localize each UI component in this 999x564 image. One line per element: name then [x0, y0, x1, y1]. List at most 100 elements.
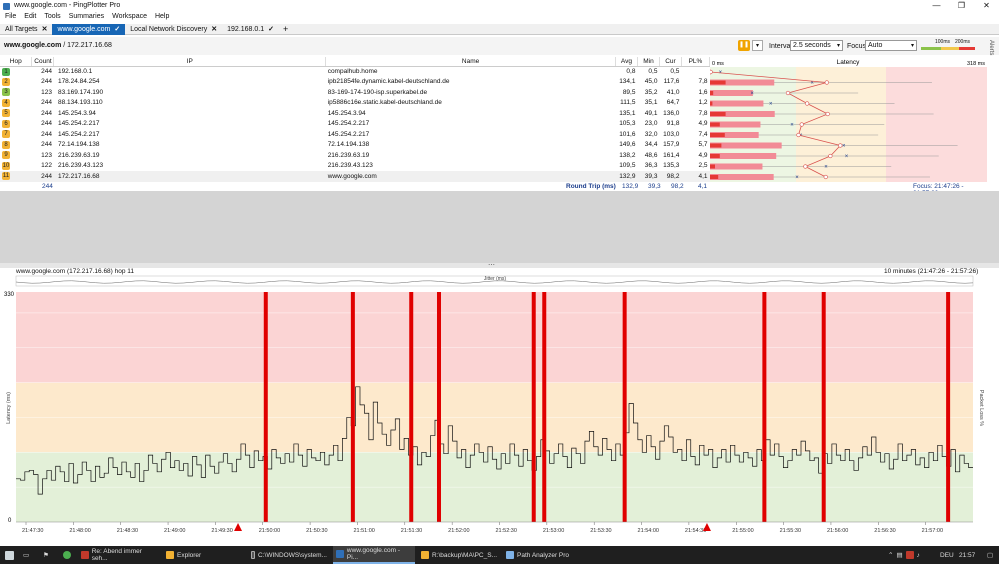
- hop-row[interactable]: 1 244 192.168.0.1 compalhub.home 0,8 0,5 0,5: [0, 66, 710, 77]
- hop-row[interactable]: 10 122 216.239.43.123 216.239.43.123 109,5 36…: [0, 161, 710, 172]
- tab-192-168-0-1[interactable]: 192.168.0.1 ✓: [222, 24, 279, 35]
- menu-workspace[interactable]: Workspace: [112, 13, 147, 23]
- hop-name: www.google.com: [327, 172, 377, 180]
- packet-loss-bar[interactable]: [821, 292, 826, 522]
- packet-loss-bar[interactable]: [263, 292, 268, 522]
- col-pl[interactable]: PL%: [681, 57, 711, 67]
- app-tray-icon: [905, 551, 914, 559]
- menu-help[interactable]: Help: [155, 13, 169, 23]
- notifications-button[interactable]: ▢: [984, 546, 996, 564]
- zone-red: [16, 292, 973, 383]
- hop-row[interactable]: 3 123 83.169.174.190 83-169-174-190-isp.sup…: [0, 87, 710, 98]
- taskbar-pinned-1[interactable]: ⚑: [40, 546, 52, 564]
- hop-min: 48,6: [644, 151, 658, 159]
- col-min[interactable]: Min: [637, 57, 660, 67]
- packet-loss-bar[interactable]: [946, 292, 951, 522]
- hop-name: compalhub.home: [327, 68, 378, 75]
- hop-count: 244: [41, 78, 52, 86]
- hop-row[interactable]: 5 244 145.254.3.94 145.254.3.94 135,1 49,1 136…: [0, 108, 710, 119]
- hop-min: 0,5: [648, 68, 658, 75]
- x-tick-label: 21:51:30: [401, 528, 422, 532]
- interval-select[interactable]: 2.5 seconds ▾: [790, 40, 843, 51]
- y-zero-label: 0: [8, 518, 12, 524]
- hop-cell: 6: [0, 119, 32, 130]
- check-icon[interactable]: ✓: [268, 25, 274, 33]
- col-ip[interactable]: IP: [53, 57, 327, 67]
- packet-loss-bar[interactable]: [350, 292, 355, 522]
- hop-min: 45,0: [644, 78, 658, 86]
- event-marker-icon[interactable]: [234, 523, 243, 531]
- hop-row[interactable]: 9 123 216.239.63.19 216.239.63.19 138,2 48,6 1…: [0, 150, 710, 161]
- tab-all-targets[interactable]: All Targets ✕: [0, 24, 52, 35]
- add-tab-button[interactable]: +: [279, 24, 292, 34]
- hop-name: 83-169-174-190-isp.superkabel.de: [327, 88, 428, 96]
- hop-min: 32,0: [644, 130, 658, 138]
- packet-loss-bar[interactable]: [409, 292, 414, 522]
- hop-row[interactable]: 11 244 172.217.16.68 www.google.com 132,9 39,…: [0, 171, 710, 182]
- close-button[interactable]: ✕: [974, 0, 999, 12]
- maximize-button[interactable]: ❐: [949, 0, 974, 12]
- col-count[interactable]: Count: [31, 57, 55, 67]
- windows-taskbar: ▭ ⚑ Re: Abend immer seh... Explorer C:\W…: [0, 546, 999, 564]
- hop-row[interactable]: 8 244 72.14.194.138 72.14.194.138 149,6 34,4 1…: [0, 140, 710, 151]
- taskbar-item-path-analyzer[interactable]: Path Analyzer Pro: [503, 546, 585, 564]
- hop-row[interactable]: 4 244 88.134.193.110 ip5886c16e.static.kabe…: [0, 98, 710, 109]
- taskbar-item-cmd[interactable]: C:\WINDOWS\system...: [248, 546, 330, 564]
- hop-row[interactable]: 6 244 145.254.2.217 145.254.2.217 105,3 23,0 9…: [0, 119, 710, 130]
- latency-header: Latency: [837, 59, 861, 66]
- scale-red: [959, 47, 975, 50]
- menu-file[interactable]: File: [5, 13, 16, 23]
- x-tick-label: 21:55:30: [780, 528, 801, 532]
- menu-summaries[interactable]: Summaries: [69, 13, 104, 23]
- target-label: www.google.com / 172.217.16.68: [4, 42, 112, 49]
- alerts-panel-tab[interactable]: Alerts: [988, 40, 994, 55]
- check-icon[interactable]: ✓: [114, 25, 120, 33]
- packet-loss-bar[interactable]: [762, 292, 767, 522]
- language-indicator[interactable]: DEU: [937, 546, 957, 564]
- minimize-button[interactable]: —: [924, 0, 949, 12]
- start-button[interactable]: [2, 546, 17, 564]
- latency-timeline-chart[interactable]: Jitter (ms)3300Latency (ms) Packet Loss %…: [0, 268, 999, 534]
- task-view-button[interactable]: ▭: [20, 546, 32, 564]
- taskbar-item-explorer[interactable]: Explorer: [163, 546, 245, 564]
- taskbar-item-pingplotter[interactable]: www.google.com - Pi...: [333, 546, 415, 564]
- hop-count: 244: [41, 99, 52, 107]
- col-hop[interactable]: Hop: [0, 57, 33, 67]
- hop-ip: 178.24.84.254: [57, 78, 100, 86]
- close-icon[interactable]: ✕: [211, 25, 217, 33]
- hop-badge: 10: [2, 161, 10, 170]
- hop-avg: 132,9: [619, 172, 636, 180]
- hop-count: 244: [41, 130, 52, 138]
- tab-label: 192.168.0.1: [227, 25, 265, 33]
- tab-bar: All Targets ✕ www.google.com ✓ Local Net…: [0, 23, 999, 35]
- tab-www-google-com[interactable]: www.google.com ✓: [52, 23, 126, 35]
- close-icon[interactable]: ✕: [42, 25, 48, 33]
- focus-select[interactable]: Auto ▾: [865, 40, 917, 51]
- hop-cell: 5: [0, 108, 32, 119]
- taskbar-item-backup[interactable]: R:\backup\MA\PC_S...: [418, 546, 500, 564]
- packet-loss-bar[interactable]: [622, 292, 627, 522]
- clock[interactable]: 21:57: [956, 546, 978, 564]
- tab-local-network-discovery[interactable]: Local Network Discovery ✕: [125, 24, 222, 35]
- hop-row[interactable]: 2 244 178.24.84.254 ipb21854fe.dynamic.kabe…: [0, 77, 710, 88]
- col-cur[interactable]: Cur: [659, 57, 682, 67]
- menu-edit[interactable]: Edit: [24, 13, 36, 23]
- taskbar-pinned-2[interactable]: [60, 546, 74, 564]
- folder-icon: [421, 551, 429, 559]
- latency-avg-bar: [710, 163, 763, 170]
- tray-icons[interactable]: ⌃ ▤ ♪: [885, 546, 923, 564]
- packet-loss-bar[interactable]: [436, 292, 441, 522]
- menu-tools[interactable]: Tools: [44, 13, 60, 23]
- packet-loss-bar: [710, 164, 715, 169]
- packet-loss-bar[interactable]: [542, 292, 547, 522]
- hop-row[interactable]: 7 244 145.254.2.217 145.254.2.217 101,6 32,0 1…: [0, 129, 710, 140]
- chevron-down-icon[interactable]: ▾: [752, 40, 763, 51]
- summary-pl: 4,1: [698, 183, 708, 190]
- taskbar-item-mail[interactable]: Re: Abend immer seh...: [78, 546, 160, 564]
- col-name[interactable]: Name: [325, 57, 616, 67]
- event-marker-icon[interactable]: [702, 523, 711, 531]
- hop-min: 34,4: [644, 141, 658, 149]
- pause-button[interactable]: ❚❚: [738, 40, 750, 51]
- packet-loss-bar[interactable]: [531, 292, 536, 522]
- col-avg[interactable]: Avg: [615, 57, 638, 67]
